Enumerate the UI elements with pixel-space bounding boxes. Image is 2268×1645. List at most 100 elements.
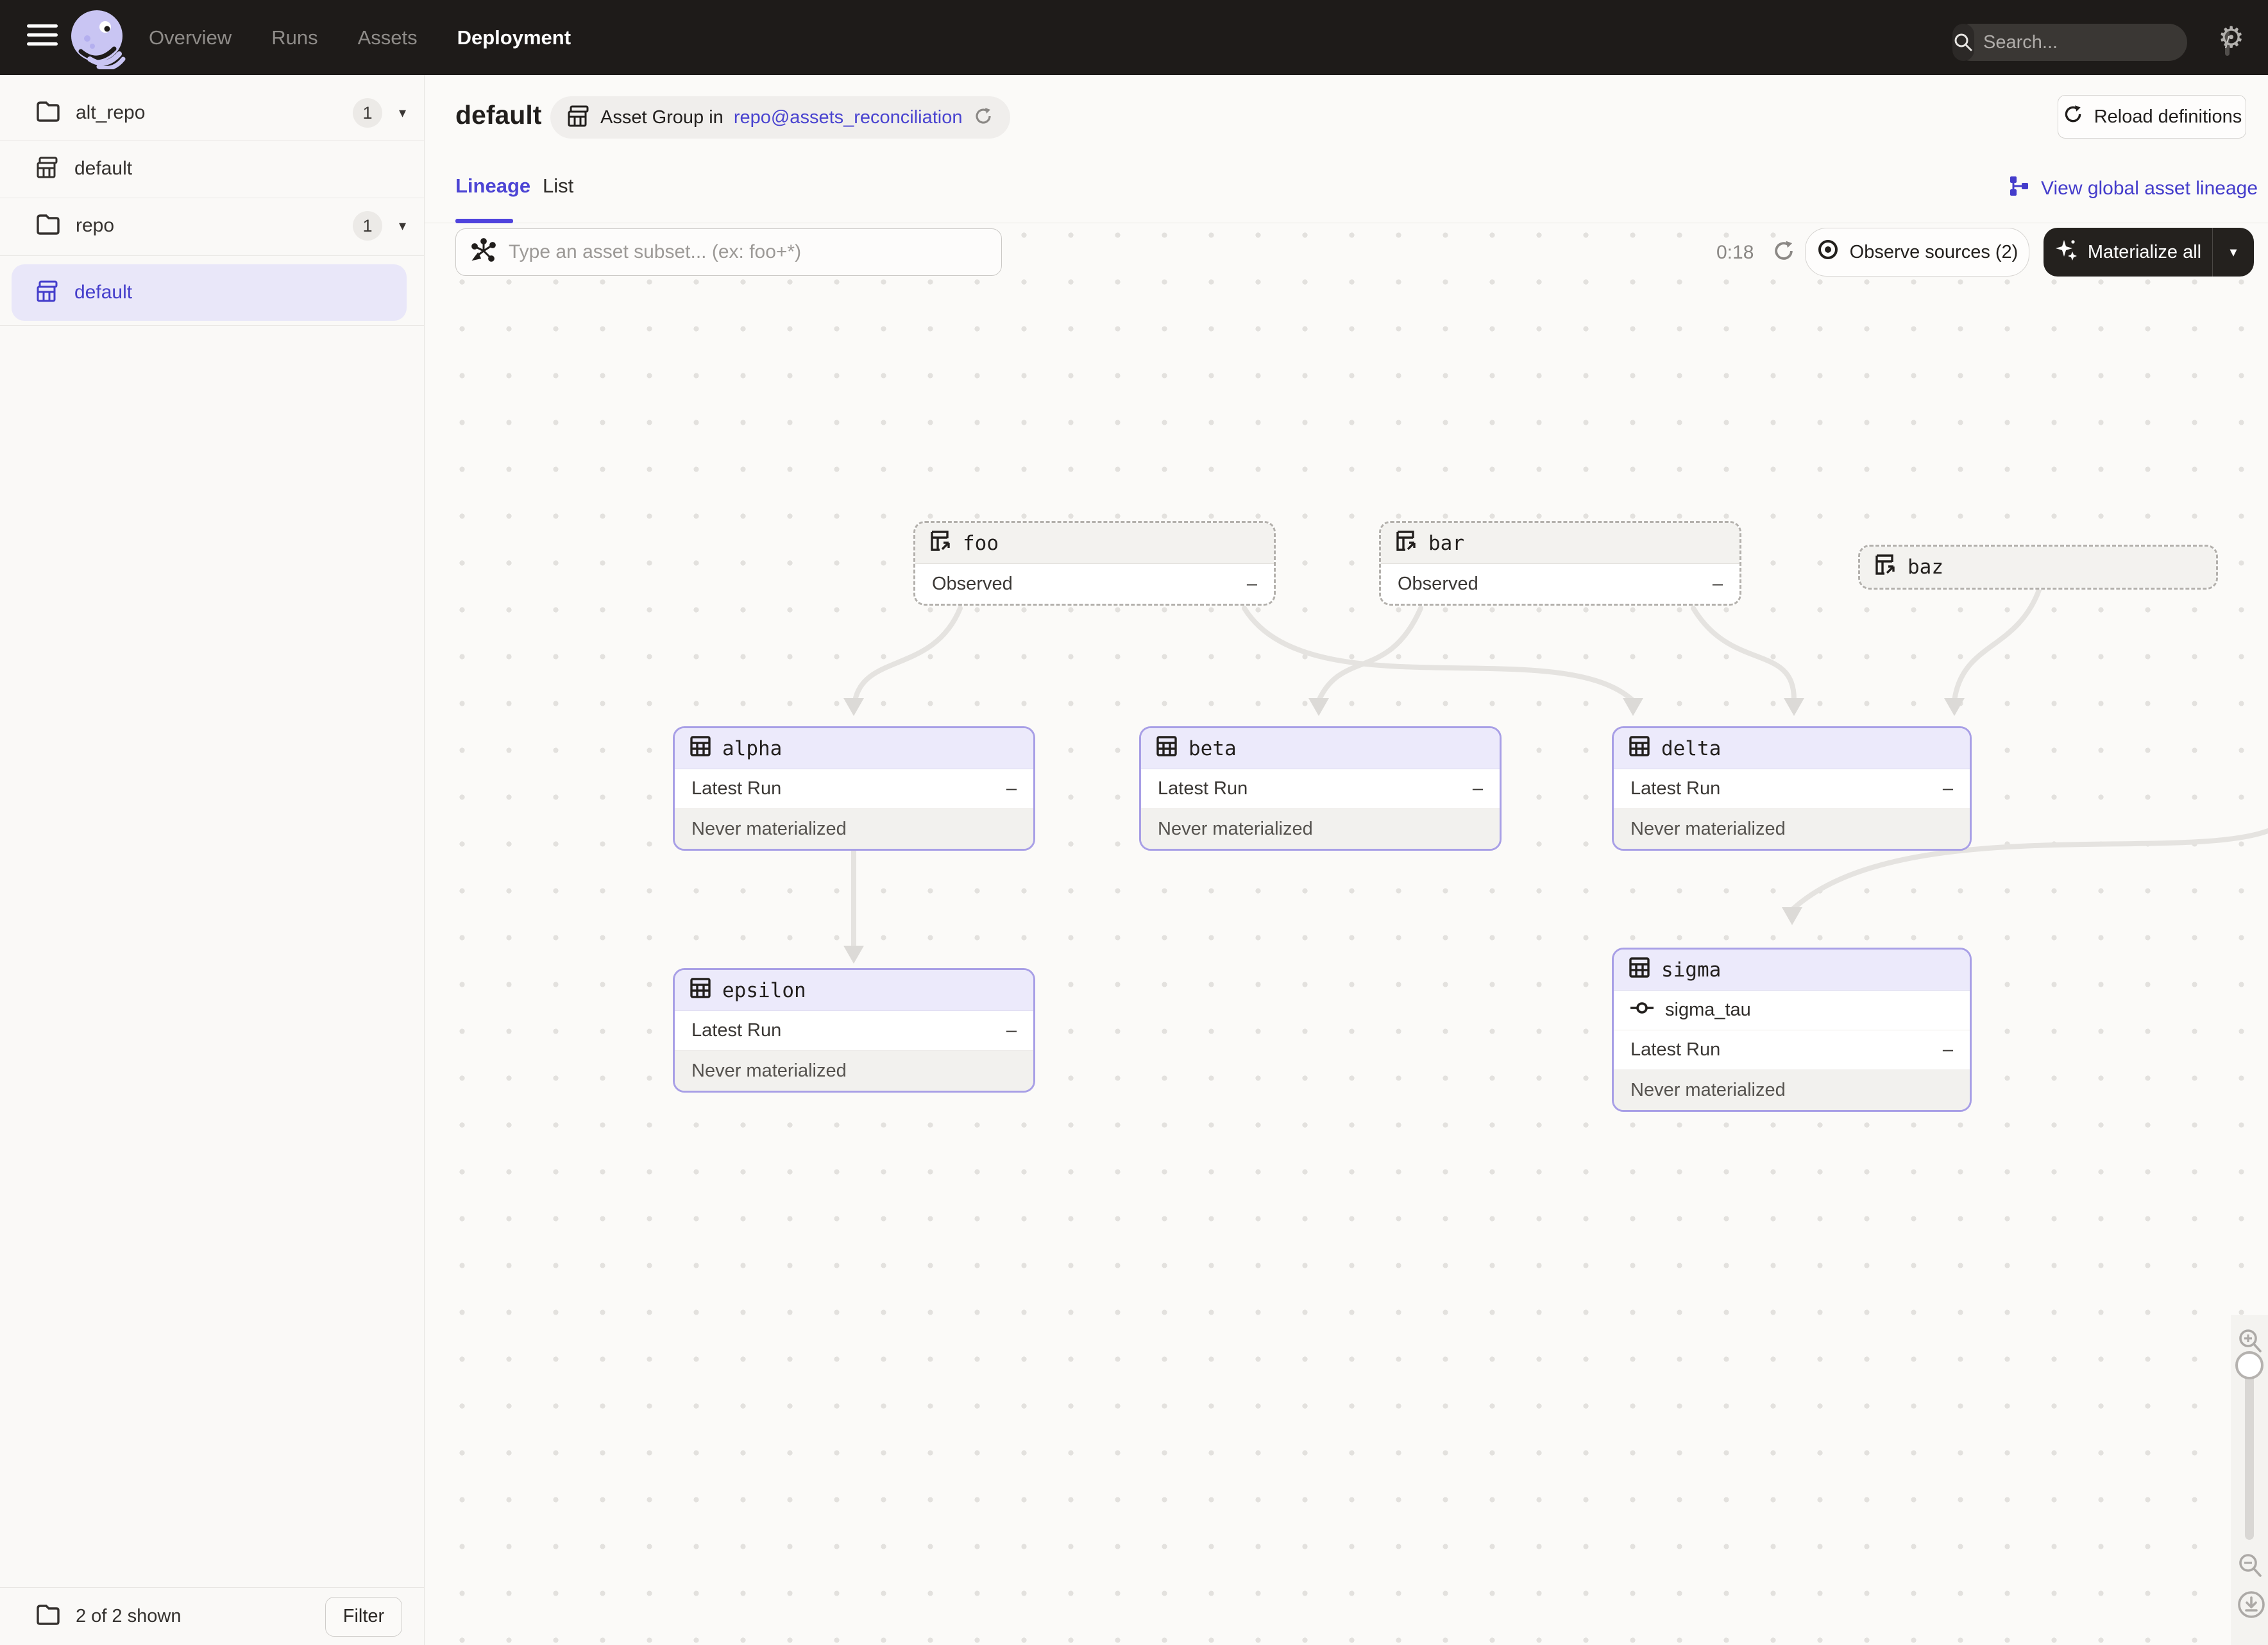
filter-button[interactable]: Filter <box>325 1597 402 1637</box>
asset-node-header[interactable]: epsilon <box>675 970 1033 1011</box>
asset-node-header[interactable]: beta <box>1141 728 1500 769</box>
sidebar-item-alt-repo[interactable]: alt_repo 1 ▾ <box>0 85 424 141</box>
reload-definitions-button[interactable]: Reload definitions <box>2058 95 2246 139</box>
asset-title: bar <box>1428 532 1464 555</box>
sidebar-item-repo[interactable]: repo 1 ▾ <box>0 198 424 253</box>
latest-run-row: Latest Run– <box>675 1011 1033 1051</box>
asset-title: delta <box>1661 737 1721 760</box>
asset-node-header[interactable]: baz <box>1860 547 2216 588</box>
global-search[interactable]: / <box>1952 24 2187 61</box>
asset-node-foo[interactable]: foo Observed– <box>913 521 1276 606</box>
asset-node-sigma[interactable]: sigma sigma_tau Latest Run– Never materi… <box>1612 948 1972 1112</box>
sidebar-item-label: repo <box>76 215 353 237</box>
shown-count-text: 2 of 2 shown <box>76 1606 325 1627</box>
tab-list[interactable]: List <box>543 175 573 198</box>
observe-eye-icon <box>1816 238 1840 266</box>
nav-links: Overview Runs Assets Deployment <box>149 0 571 75</box>
materialization-status: Never materialized <box>1141 809 1500 849</box>
asset-title: beta <box>1189 737 1237 760</box>
asset-node-epsilon[interactable]: epsilon Latest Run– Never materialized <box>673 968 1035 1093</box>
sidebar-footer: 2 of 2 shown Filter <box>0 1587 424 1645</box>
observe-sources-button[interactable]: Observe sources (2) <box>1805 228 2029 277</box>
sidebar-item-default-selected[interactable]: default <box>12 264 407 321</box>
materialization-status: Never materialized <box>1614 809 1970 849</box>
sidebar-item-default-alt[interactable]: default <box>0 141 424 196</box>
folder-icon <box>36 214 60 239</box>
nav-item-deployment[interactable]: Deployment <box>457 26 571 49</box>
materialize-all-label: Materialize all <box>2088 242 2201 263</box>
materialize-all-button[interactable]: Materialize all ▾ <box>2044 228 2254 277</box>
source-asset-icon <box>929 529 952 558</box>
asset-node-header[interactable]: bar <box>1381 523 1739 564</box>
materialize-dropdown-caret[interactable]: ▾ <box>2213 244 2254 260</box>
observed-row: Observed– <box>1381 564 1739 604</box>
nav-item-overview[interactable]: Overview <box>149 26 232 49</box>
zoom-slider-handle[interactable] <box>2235 1351 2264 1379</box>
materialization-status: Never materialized <box>675 809 1033 849</box>
search-input[interactable] <box>1974 32 2225 53</box>
nav-item-runs[interactable]: Runs <box>271 26 317 49</box>
asset-table-icon <box>689 976 712 1005</box>
asset-table-icon <box>1628 956 1651 984</box>
dagster-app: Overview Runs Assets Deployment / ⚙ alt_… <box>0 0 2268 1645</box>
zoom-slider-track[interactable] <box>2245 1372 2254 1540</box>
sidebar-item-label: default <box>74 282 132 303</box>
asset-check-icon <box>1629 1000 1655 1021</box>
asset-subset-icon <box>470 237 497 268</box>
repository-icon <box>36 280 59 306</box>
asset-title: alpha <box>722 737 782 760</box>
asset-node-beta[interactable]: beta Latest Run– Never materialized <box>1139 726 1502 851</box>
asset-node-alpha[interactable]: alpha Latest Run– Never materialized <box>673 726 1035 851</box>
view-global-label: View global asset lineage <box>2041 178 2258 200</box>
materialize-all-main[interactable]: Materialize all <box>2044 237 2212 267</box>
asset-title: sigma <box>1661 959 1721 982</box>
hamburger-menu-icon[interactable] <box>27 24 58 51</box>
chevron-down-icon[interactable]: ▾ <box>399 217 406 234</box>
asset-node-header[interactable]: sigma <box>1614 950 1970 991</box>
asset-table-icon <box>689 735 712 763</box>
folder-icon <box>36 101 60 126</box>
asset-table-icon <box>1628 735 1651 763</box>
observed-row: Observed– <box>915 564 1274 604</box>
reload-definitions-label: Reload definitions <box>2094 107 2242 128</box>
materialization-status: Never materialized <box>1614 1070 1970 1110</box>
refresh-timer: 0:18 <box>1716 242 1754 264</box>
asset-node-delta[interactable]: delta Latest Run– Never materialized <box>1612 726 1972 851</box>
asset-check-label: sigma_tau <box>1665 1000 1751 1021</box>
asset-node-header[interactable]: delta <box>1614 728 1970 769</box>
asset-node-baz[interactable]: baz <box>1858 545 2218 590</box>
refresh-icon[interactable] <box>1772 239 1796 266</box>
zoom-out-icon[interactable] <box>2237 1551 2264 1580</box>
download-image-icon[interactable] <box>2237 1590 2266 1619</box>
latest-run-row: Latest Run– <box>675 769 1033 809</box>
asset-table-icon <box>1155 735 1178 763</box>
asset-title: baz <box>1908 556 1943 579</box>
reload-icon[interactable] <box>973 106 994 130</box>
repo-sidebar: alt_repo 1 ▾ default repo 1 ▾ default <box>0 75 425 1645</box>
observe-sources-label: Observe sources (2) <box>1850 242 2018 263</box>
asset-title: epsilon <box>722 979 806 1002</box>
asset-title: foo <box>963 532 999 555</box>
asset-node-bar[interactable]: bar Observed– <box>1379 521 1741 606</box>
repository-icon <box>36 156 59 182</box>
lineage-graph-icon <box>2008 175 2031 203</box>
tab-lineage[interactable]: Lineage <box>455 175 530 198</box>
gear-icon[interactable]: ⚙ <box>2218 18 2244 56</box>
asset-node-header[interactable]: foo <box>915 523 1274 564</box>
folder-icon <box>36 1604 60 1629</box>
source-asset-icon <box>1395 529 1418 558</box>
lineage-canvas[interactable] <box>425 223 2268 1645</box>
asset-subset-filter[interactable] <box>455 228 1002 276</box>
repo-location-link[interactable]: repo@assets_reconciliation <box>734 107 963 128</box>
repository-icon <box>567 105 590 131</box>
nav-item-assets[interactable]: Assets <box>358 26 418 49</box>
active-tab-indicator <box>455 219 513 223</box>
asset-check-row[interactable]: sigma_tau <box>1614 991 1970 1030</box>
asset-node-header[interactable]: alpha <box>675 728 1033 769</box>
view-global-asset-lineage-link[interactable]: View global asset lineage <box>2008 175 2258 203</box>
sidebar-item-label: default <box>74 158 406 180</box>
asset-subset-input[interactable] <box>509 241 987 263</box>
page-title: default <box>455 100 541 130</box>
dagster-logo-icon[interactable] <box>68 9 128 72</box>
chevron-down-icon[interactable]: ▾ <box>399 105 406 121</box>
